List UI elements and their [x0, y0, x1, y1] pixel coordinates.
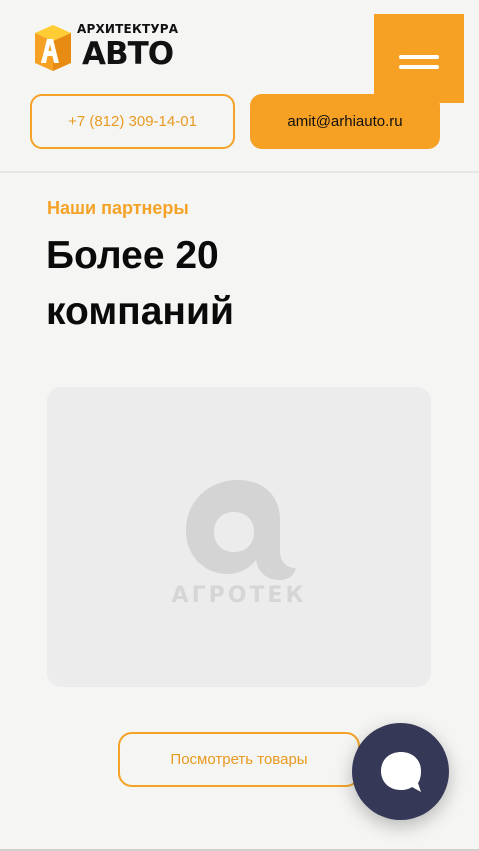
logo-line-1: АРХИТЕКТУРА: [77, 22, 179, 36]
phone-button[interactable]: +7 (812) 309-14-01: [30, 94, 235, 149]
section-title: Более 20 компаний: [46, 234, 234, 333]
logo-line-2: АВТО: [82, 36, 174, 72]
section-eyebrow: Наши партнеры: [47, 198, 189, 218]
partner-card[interactable]: АГРОТЕК: [47, 387, 431, 687]
partner-name: АГРОТЕК: [171, 583, 307, 608]
view-products-button[interactable]: Посмотреть товары: [118, 732, 360, 787]
logo-cube-icon: [35, 25, 71, 71]
chat-bubble-icon: [381, 752, 421, 792]
menu-button[interactable]: [374, 14, 464, 103]
header-divider: [0, 171, 479, 173]
brand-logo[interactable]: АРХИТЕКТУРА АВТО: [29, 20, 189, 76]
chat-button[interactable]: [352, 723, 449, 820]
email-button[interactable]: amit@arhiauto.ru: [250, 94, 440, 149]
site-header: АРХИТЕКТУРА АВТО +7 (812) 309-14-01 amit…: [0, 0, 479, 172]
